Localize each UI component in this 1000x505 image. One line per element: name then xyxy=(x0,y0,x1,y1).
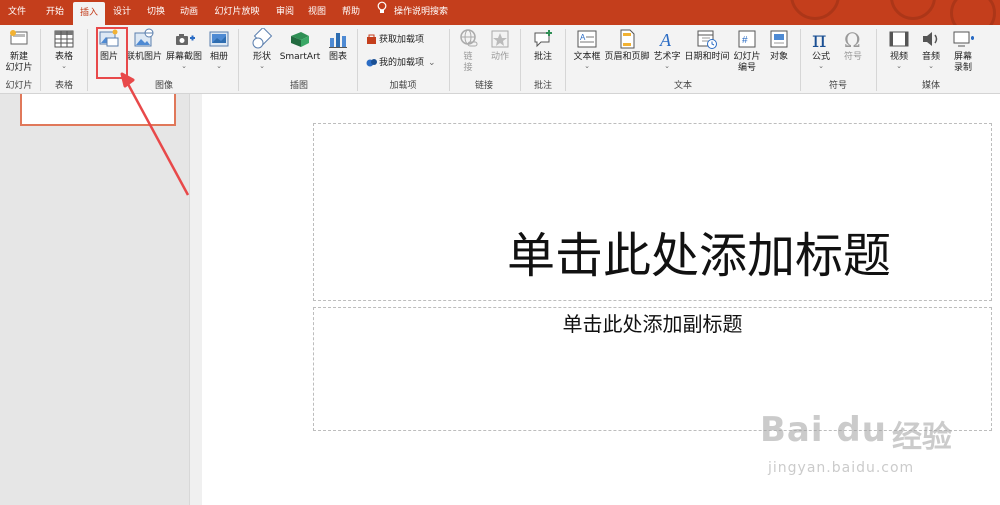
screen-recording-icon xyxy=(952,28,974,50)
comment-button[interactable]: 批注 xyxy=(528,28,558,63)
annotation-arrow xyxy=(120,72,190,196)
chart-button[interactable]: 图表 xyxy=(324,28,352,63)
group-label-comments: 批注 xyxy=(533,81,552,91)
smartart-icon xyxy=(289,28,311,50)
header-footer-label: 页眉和页脚 xyxy=(604,52,650,62)
equation-icon: π xyxy=(810,28,832,53)
svg-text:A: A xyxy=(580,33,586,42)
addins-icon xyxy=(366,57,377,68)
link-label-2: 接 xyxy=(463,63,473,73)
album-icon xyxy=(208,28,230,50)
header-footer-icon xyxy=(616,28,638,50)
group-separator xyxy=(565,29,566,91)
chart-icon xyxy=(327,28,349,50)
group-separator xyxy=(800,29,801,91)
object-icon xyxy=(768,28,790,50)
audio-icon xyxy=(920,28,942,50)
chevron-down-icon: ⌄ xyxy=(428,58,436,68)
datetime-label: 日期和时间 xyxy=(684,52,730,62)
wordart-button[interactable]: A 艺术字 ⌄ xyxy=(652,28,682,70)
group-label-media: 媒体 xyxy=(921,81,940,91)
smartart-button[interactable]: SmartArt xyxy=(279,28,321,63)
svg-text:#: # xyxy=(742,35,748,46)
tab-slideshow[interactable]: 幻灯片放映 xyxy=(210,0,264,25)
video-icon xyxy=(888,28,910,50)
symbol-icon: Ω xyxy=(842,28,864,52)
tab-help[interactable]: 帮助 xyxy=(336,0,366,25)
action-button[interactable]: 动作 xyxy=(486,28,514,63)
datetime-icon xyxy=(696,28,718,50)
subtitle-placeholder-text: 单击此处添加副标题 xyxy=(562,312,743,336)
shapes-icon xyxy=(251,26,273,50)
chart-label: 图表 xyxy=(328,52,347,62)
album-button[interactable]: 相册 ⌄ xyxy=(205,28,233,70)
slide-number-button[interactable]: # 幻灯片 编号 xyxy=(732,28,762,74)
tell-me-label: 操作说明搜索 xyxy=(394,7,449,17)
tab-bar-decoration xyxy=(770,0,1000,25)
group-separator xyxy=(238,29,239,91)
textbox-icon: A xyxy=(576,28,598,50)
screen-recording-label-2: 录制 xyxy=(953,63,972,73)
action-label: 动作 xyxy=(490,52,509,62)
watermark-title: 经验 xyxy=(892,420,952,455)
link-icon xyxy=(457,28,479,50)
chevron-down-icon: ⌄ xyxy=(259,62,265,70)
group-separator xyxy=(449,29,450,91)
group-label-links: 链接 xyxy=(474,81,493,91)
group-label-addins: 加载项 xyxy=(389,81,417,91)
link-button[interactable]: 链 接 xyxy=(455,28,481,74)
slide-number-label-1: 幻灯片 xyxy=(733,52,761,62)
object-label: 对象 xyxy=(769,52,788,62)
symbol-label: 符号 xyxy=(843,52,862,62)
watermark-logo: Bai du xyxy=(760,410,887,450)
smartart-label: SmartArt xyxy=(279,52,321,62)
comment-icon xyxy=(532,28,554,50)
chevron-down-icon: ⌄ xyxy=(216,62,222,70)
chevron-down-icon: ⌄ xyxy=(664,62,670,70)
object-button[interactable]: 对象 xyxy=(764,28,794,63)
baidu-watermark: Bai du 经验 jingyan.baidu.com xyxy=(760,400,992,495)
group-label-text: 文本 xyxy=(673,81,692,91)
title-placeholder[interactable]: 单击此处添加标题 xyxy=(313,123,992,301)
slide-number-icon: # xyxy=(736,28,758,50)
tell-me-search[interactable]: 操作说明搜索 xyxy=(376,0,448,25)
action-icon xyxy=(489,28,511,50)
textbox-button[interactable]: A 文本框 ⌄ xyxy=(572,28,602,70)
svg-text:π: π xyxy=(812,28,826,50)
group-separator xyxy=(357,29,358,91)
symbol-button[interactable]: Ω 符号 xyxy=(838,28,868,63)
lightbulb-icon xyxy=(376,0,388,25)
get-addins-label: 获取加载项 xyxy=(379,35,425,45)
screen-recording-label-1: 屏幕 xyxy=(953,52,972,62)
svg-text:Ω: Ω xyxy=(844,28,861,50)
chevron-down-icon: ⌄ xyxy=(896,62,902,70)
shapes-button[interactable]: 形状 ⌄ xyxy=(246,26,278,70)
link-label-1: 链 xyxy=(463,52,473,62)
screen-recording-button[interactable]: 屏幕 录制 xyxy=(948,28,978,74)
comment-label: 批注 xyxy=(533,52,552,62)
group-label-symbols: 符号 xyxy=(828,81,847,91)
my-addins-label: 我的加载项 xyxy=(379,58,425,68)
equation-button[interactable]: π 公式 ⌄ xyxy=(806,28,836,70)
store-icon xyxy=(366,34,377,45)
group-separator xyxy=(520,29,521,91)
get-addins-button[interactable]: 获取加载项 xyxy=(366,33,424,47)
wordart-icon: A xyxy=(656,28,678,50)
svg-text:A: A xyxy=(659,30,672,50)
tab-review[interactable]: 审阅 xyxy=(270,0,300,25)
title-placeholder-text: 单击此处添加标题 xyxy=(506,228,891,284)
header-footer-button[interactable]: 页眉和页脚 xyxy=(604,28,650,63)
chevron-down-icon: ⌄ xyxy=(928,62,934,70)
audio-button[interactable]: 音频 ⌄ xyxy=(916,28,946,70)
tab-view[interactable]: 视图 xyxy=(302,0,332,25)
slide-number-label-2: 编号 xyxy=(737,63,756,73)
my-addins-button[interactable]: 我的加载项 ⌄ xyxy=(366,56,436,70)
datetime-button[interactable]: 日期和时间 xyxy=(684,28,730,63)
group-separator xyxy=(876,29,877,91)
video-button[interactable]: 视频 ⌄ xyxy=(884,28,914,70)
chevron-down-icon: ⌄ xyxy=(584,62,590,70)
watermark-url: jingyan.baidu.com xyxy=(768,460,915,476)
chevron-down-icon: ⌄ xyxy=(818,62,824,70)
group-label-illustrations: 插图 xyxy=(289,81,308,91)
